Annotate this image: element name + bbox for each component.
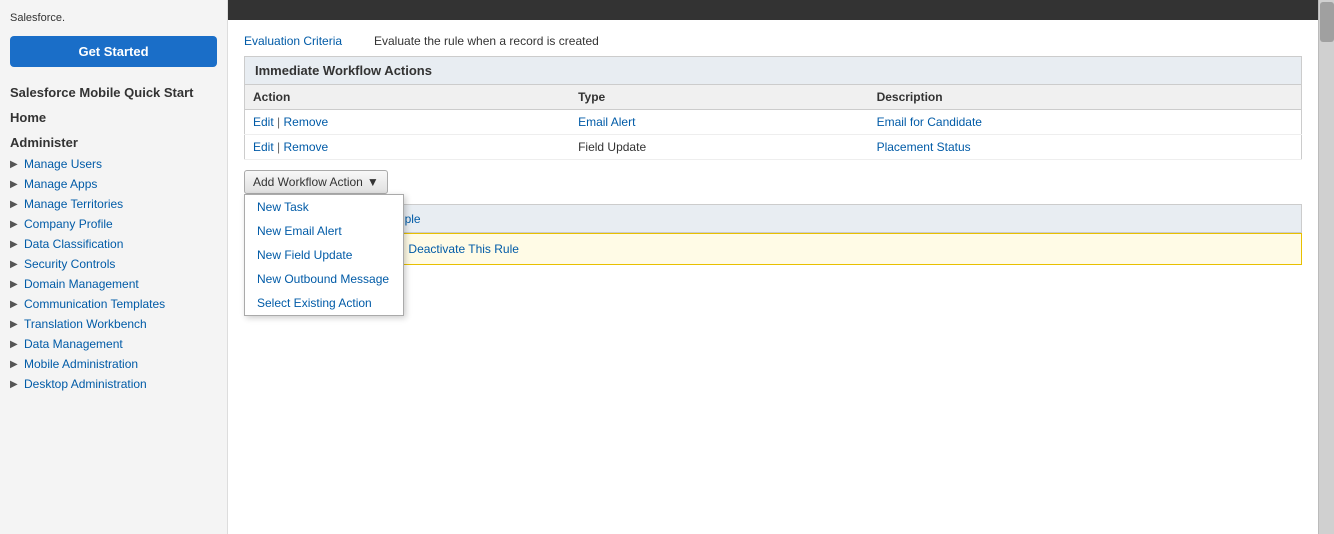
top-bar [228,0,1318,20]
sidebar-item-label: Manage Territories [24,197,123,211]
administer-label: Administer [0,129,227,154]
deactivate-rule-link[interactable]: Deactivate This Rule [408,242,519,256]
dropdown-arrow-icon: ▼ [367,175,379,189]
sidebar-item-label: Desktop Administration [24,377,147,391]
sidebar-item-manage-users[interactable]: ▶ Manage Users [0,154,227,174]
add-workflow-label: Add Workflow Action [253,175,363,189]
description-cell-2: Placement Status [869,135,1302,160]
edit-link-1[interactable]: Edit [253,115,274,129]
col-action: Action [245,85,571,110]
chevron-right-icon: ▶ [10,359,24,370]
chevron-right-icon: ▶ [10,339,24,350]
sidebar-item-desktop-administration[interactable]: ▶ Desktop Administration [0,374,227,394]
eval-criteria-value: Evaluate the rule when a record is creat… [374,34,599,48]
sidebar-item-translation-workbench[interactable]: ▶ Translation Workbench [0,314,227,334]
chevron-right-icon: ▶ [10,379,24,390]
email-for-candidate-link[interactable]: Email for Candidate [877,115,982,129]
table-row: Edit | Remove Email Alert Email for Cand… [245,110,1302,135]
sidebar-item-label: Communication Templates [24,297,165,311]
sidebar-item-security-controls[interactable]: ▶ Security Controls [0,254,227,274]
eval-criteria-row: Evaluation Criteria Evaluate the rule wh… [244,30,1302,56]
chevron-right-icon: ▶ [10,279,24,290]
eval-criteria-label[interactable]: Evaluation Criteria [244,34,374,48]
sidebar: Salesforce. Get Started Salesforce Mobil… [0,0,228,534]
sidebar-item-domain-management[interactable]: ▶ Domain Management [0,274,227,294]
sidebar-item-label: Translation Workbench [24,317,147,331]
type-cell-1: Email Alert [570,110,869,135]
type-cell-2: Field Update [570,135,869,160]
sidebar-item-label: Company Profile [24,217,113,231]
chevron-right-icon: ▶ [10,299,24,310]
chevron-right-icon: ▶ [10,259,24,270]
scroll-thumb[interactable] [1320,2,1334,42]
chevron-right-icon: ▶ [10,179,24,190]
workflow-table: Action Type Description Edit | Remove Em… [244,85,1302,160]
content-area: Evaluation Criteria Evaluate the rule wh… [228,20,1318,275]
col-description: Description [869,85,1302,110]
sidebar-item-label: Manage Users [24,157,102,171]
sidebar-item-manage-apps[interactable]: ▶ Manage Apps [0,174,227,194]
chevron-right-icon: ▶ [10,219,24,230]
sidebar-item-data-management[interactable]: ▶ Data Management [0,334,227,354]
main-content: Evaluation Criteria Evaluate the rule wh… [228,0,1318,534]
scrollbar[interactable] [1318,0,1334,534]
add-workflow-dropdown: Add Workflow Action ▼ New Task New Email… [244,170,388,194]
salesforce-text: Salesforce. [10,12,65,24]
sidebar-item-data-classification[interactable]: ▶ Data Classification [0,234,227,254]
workflow-dropdown-menu: New Task New Email Alert New Field Updat… [244,194,404,316]
action-cell-1: Edit | Remove [245,110,571,135]
sidebar-item-label: Security Controls [24,257,115,271]
sidebar-item-label: Manage Apps [24,177,97,191]
sidebar-item-communication-templates[interactable]: ▶ Communication Templates [0,294,227,314]
placement-status-link[interactable]: Placement Status [877,140,971,154]
add-workflow-row: Add Workflow Action ▼ New Task New Email… [244,170,1302,194]
chevron-right-icon: ▶ [10,159,24,170]
sidebar-item-label: Mobile Administration [24,357,138,371]
add-workflow-button[interactable]: Add Workflow Action ▼ [244,170,388,194]
chevron-right-icon: ▶ [10,239,24,250]
description-cell-1: Email for Candidate [869,110,1302,135]
edit-link-2[interactable]: Edit [253,140,274,154]
sidebar-item-company-profile[interactable]: ▶ Company Profile [0,214,227,234]
menu-item-new-task[interactable]: New Task [245,195,403,219]
quick-start-label: Salesforce Mobile Quick Start [0,79,227,104]
menu-item-select-existing[interactable]: Select Existing Action [245,291,403,315]
col-type: Type [570,85,869,110]
menu-item-new-field-update[interactable]: New Field Update [245,243,403,267]
action-cell-2: Edit | Remove [245,135,571,160]
menu-item-new-outbound-message[interactable]: New Outbound Message [245,267,403,291]
immediate-actions-header: Immediate Workflow Actions [244,56,1302,85]
table-header-row: Action Type Description [245,85,1302,110]
remove-link-2[interactable]: Remove [283,140,328,154]
sidebar-item-label: Domain Management [24,277,139,291]
chevron-right-icon: ▶ [10,319,24,330]
salesforce-logo-area: Salesforce. [0,8,227,32]
home-label: Home [0,104,227,129]
sidebar-item-label: Data Classification [24,237,123,251]
sidebar-item-manage-territories[interactable]: ▶ Manage Territories [0,194,227,214]
chevron-right-icon: ▶ [10,199,24,210]
menu-item-new-email-alert[interactable]: New Email Alert [245,219,403,243]
table-row: Edit | Remove Field Update Placement Sta… [245,135,1302,160]
email-alert-link[interactable]: Email Alert [578,115,635,129]
remove-link-1[interactable]: Remove [283,115,328,129]
get-started-button[interactable]: Get Started [10,36,217,67]
sidebar-item-mobile-administration[interactable]: ▶ Mobile Administration [0,354,227,374]
sidebar-item-label: Data Management [24,337,123,351]
